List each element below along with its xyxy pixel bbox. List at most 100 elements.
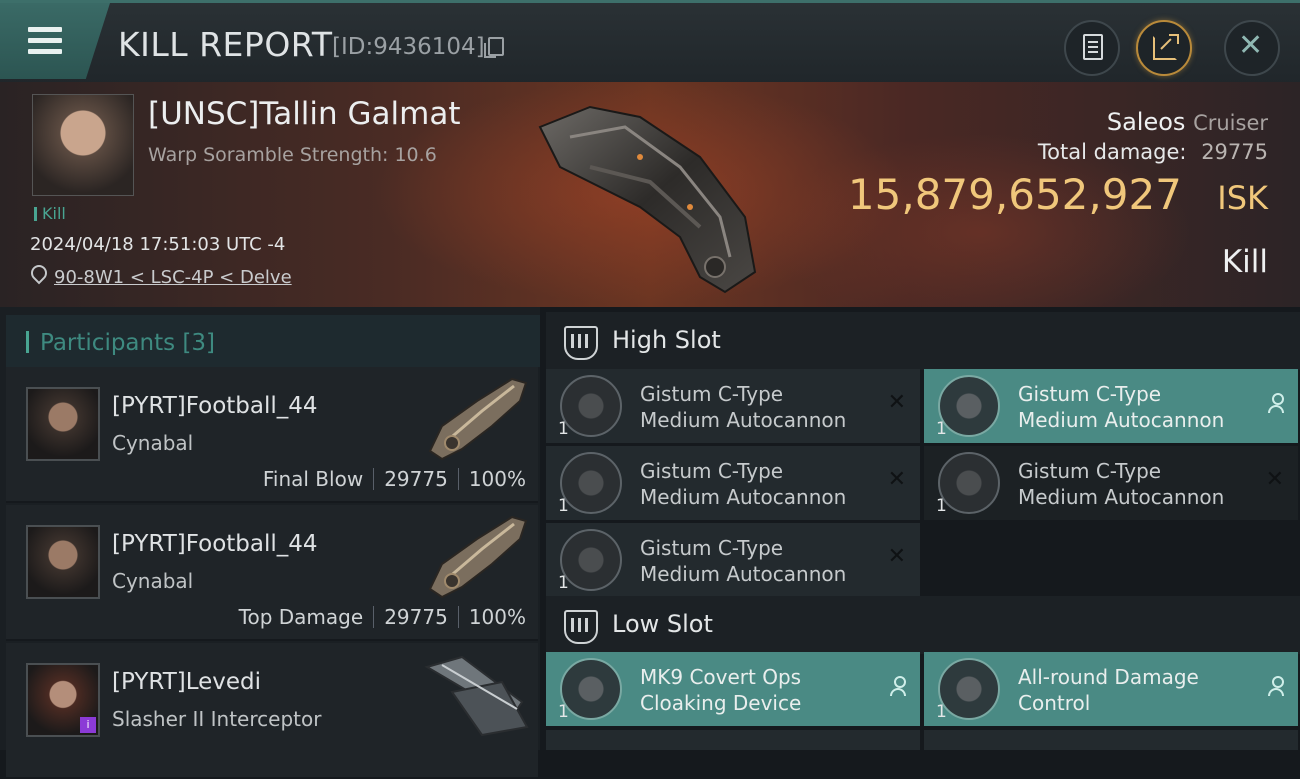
warp-scramble-strength: Warp Soramble Strength: 10.6 xyxy=(148,144,437,166)
close-icon: ✕ xyxy=(1238,28,1264,63)
hamburger-icon-line xyxy=(28,49,62,54)
module-name-line2: Medium Autocannon xyxy=(640,408,847,432)
module-name-line1: Gistum C-Type xyxy=(640,382,784,406)
victim-name[interactable]: [UNSC]Tallin Galmat xyxy=(148,96,461,132)
ship-name: Saleos xyxy=(1106,108,1186,136)
module-name: Gistum C-Type Medium Autocannon xyxy=(1018,458,1258,510)
share-button[interactable] xyxy=(1136,20,1192,76)
participant-ship: Cynabal xyxy=(112,431,194,455)
high-slot-header: High Slot xyxy=(546,312,1300,370)
isk-amount: 15,879,652,927 xyxy=(847,170,1182,219)
module-name-line1: Gistum C-Type xyxy=(640,459,784,483)
module-item[interactable]: 1 All-round Damage Control xyxy=(924,652,1298,726)
copy-icon[interactable] xyxy=(484,37,504,58)
module-name-line2: Medium Autocannon xyxy=(1018,485,1225,509)
location-pin-icon xyxy=(27,261,51,285)
participant-avatar[interactable] xyxy=(26,525,100,599)
participant-name: [PYRT]Levedi xyxy=(112,669,262,695)
destroyed-icon: ✕ xyxy=(887,467,906,492)
close-button[interactable]: ✕ xyxy=(1224,20,1280,76)
module-quantity: 1 xyxy=(558,419,569,439)
module-name-line2: Medium Autocannon xyxy=(640,485,847,509)
module-name-line1: Gistum C-Type xyxy=(640,536,784,560)
participant-name: [PYRT]Football_44 xyxy=(112,531,318,557)
damage-control-icon xyxy=(938,658,1000,720)
autocannon-icon xyxy=(938,375,1000,437)
clipboard-button[interactable] xyxy=(1064,20,1120,76)
dropped-user-icon xyxy=(1268,393,1284,413)
autocannon-icon xyxy=(938,452,1000,514)
module-name: Gistum C-Type Medium Autocannon xyxy=(640,381,880,433)
module-item[interactable]: 1 Gistum C-Type Medium Autocannon xyxy=(924,369,1298,443)
autocannon-icon xyxy=(560,529,622,591)
victim-avatar[interactable] xyxy=(32,94,134,196)
victim-ship-type[interactable]: Saleos Cruiser xyxy=(1107,108,1268,136)
participant-avatar[interactable] xyxy=(26,387,100,461)
module-name-line1: Gistum C-Type xyxy=(1018,459,1162,483)
participant-percent: 100% xyxy=(468,467,526,491)
module-item[interactable]: 1 Gistum C-Type Medium Autocannon ✕ xyxy=(546,369,920,443)
module-quantity: 1 xyxy=(558,573,569,593)
kill-location-link[interactable]: 90-8W1 < LSC-4P < Delve xyxy=(54,267,292,288)
victim-banner: [UNSC]Tallin Galmat Warp Soramble Streng… xyxy=(0,82,1300,307)
report-id: [ID:9436104] xyxy=(332,34,485,60)
dropped-user-icon xyxy=(1268,676,1284,696)
participant-avatar[interactable]: i xyxy=(26,663,100,737)
module-quantity: 1 xyxy=(936,702,947,722)
participant-percent: 100% xyxy=(468,605,526,629)
module-item[interactable]: 1 Gistum C-Type Medium Autocannon ✕ xyxy=(546,523,920,597)
victim-ship-image[interactable] xyxy=(530,97,770,297)
participant-ship-image xyxy=(428,515,528,599)
clipboard-icon xyxy=(1083,34,1103,60)
destroyed-icon: ✕ xyxy=(1265,467,1284,492)
participant-name: [PYRT]Football_44 xyxy=(112,393,318,419)
module-quantity: 1 xyxy=(558,496,569,516)
module-name-line1: Gistum C-Type xyxy=(1018,382,1162,406)
module-item[interactable]: 1 Gistum C-Type Medium Autocannon ✕ xyxy=(924,446,1298,520)
info-badge: i xyxy=(80,717,96,733)
module-name-line2: Medium Autocannon xyxy=(1018,408,1225,432)
module-item-partial[interactable] xyxy=(924,730,1298,750)
autocannon-icon xyxy=(560,452,622,514)
destroyed-icon: ✕ xyxy=(887,390,906,415)
header-bar: KILL REPORT [ID:9436104] ✕ xyxy=(0,0,1300,85)
menu-button[interactable] xyxy=(0,3,110,79)
destroyed-icon: ✕ xyxy=(887,544,906,569)
hamburger-icon-line xyxy=(28,38,62,43)
module-item[interactable]: 1 MK9 Covert Ops Cloaking Device xyxy=(546,652,920,726)
module-quantity: 1 xyxy=(936,419,947,439)
kill-tag: Kill xyxy=(34,204,66,223)
module-quantity: 1 xyxy=(558,702,569,722)
module-item-partial[interactable] xyxy=(546,730,920,750)
low-slot-icon xyxy=(564,610,598,644)
module-name: All-round Damage Control xyxy=(1018,664,1258,716)
low-slot-label: Low Slot xyxy=(612,610,713,638)
participant-ship-image xyxy=(428,377,528,461)
module-name: MK9 Covert Ops Cloaking Device xyxy=(640,664,880,716)
participant-role: Top Damage xyxy=(238,605,364,629)
isk-value: 15,879,652,927 ISK xyxy=(848,170,1268,219)
total-damage: Total damage: 29775 xyxy=(1038,140,1268,164)
module-item[interactable]: 1 Gistum C-Type Medium Autocannon ✕ xyxy=(546,446,920,520)
cloaking-device-icon xyxy=(560,658,622,720)
kill-result: Kill xyxy=(1221,244,1268,280)
isk-unit: ISK xyxy=(1217,179,1268,217)
dropped-user-icon xyxy=(890,676,906,696)
participants-panel: Participants [3] [PYRT]Football_44 Cynab… xyxy=(0,307,540,779)
participant-ship: Slasher II Interceptor xyxy=(112,707,322,731)
low-slot-header: Low Slot xyxy=(546,596,1300,654)
participants-header-accent xyxy=(26,331,29,353)
ship-class: Cruiser xyxy=(1193,111,1268,135)
participant-row[interactable]: i [PYRT]Levedi Slasher II Interceptor xyxy=(6,643,538,779)
module-name: Gistum C-Type Medium Autocannon xyxy=(640,535,880,587)
module-name-line1: All-round Damage xyxy=(1018,665,1199,689)
module-name: Gistum C-Type Medium Autocannon xyxy=(1018,381,1258,433)
module-name-line2: Medium Autocannon xyxy=(640,562,847,586)
high-slot-label: High Slot xyxy=(612,326,721,354)
module-name-line1: MK9 Covert Ops xyxy=(640,665,802,689)
participant-row[interactable]: [PYRT]Football_44 Cynabal Final Blow 2977… xyxy=(6,367,538,503)
module-quantity: 1 xyxy=(936,496,947,516)
participant-row[interactable]: [PYRT]Football_44 Cynabal Top Damage 2977… xyxy=(6,505,538,641)
autocannon-icon xyxy=(560,375,622,437)
participant-stats: Final Blow 29775 100% xyxy=(263,467,526,491)
